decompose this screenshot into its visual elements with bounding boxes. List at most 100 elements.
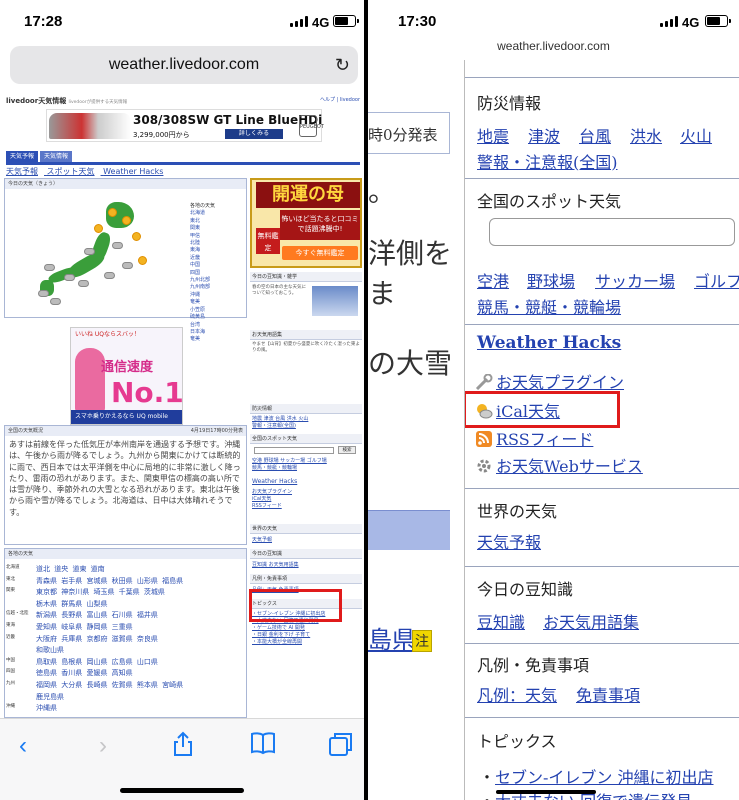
link-glossary[interactable]: お天気用語集 bbox=[543, 609, 639, 633]
link-soccer[interactable]: サッカー場 bbox=[595, 268, 675, 292]
prefecture-links[interactable]: 青森県 岩手県 宮城県 秋田県 山形県 福島県 bbox=[36, 576, 183, 586]
car-image bbox=[49, 113, 131, 139]
main-column-cut: 時0分発表 。 洋側を ま の大雪 島県 注 bbox=[368, 60, 460, 800]
ical-link-mini[interactable]: iCal天気 bbox=[252, 496, 362, 503]
status-time-right: 17:30 bbox=[398, 13, 437, 30]
address-bar[interactable]: weather.livedoor.com ↻ bbox=[10, 46, 358, 84]
share-icon[interactable] bbox=[168, 731, 198, 761]
link-golf[interactable]: ゴルフ bbox=[694, 268, 739, 292]
network-label: 4G bbox=[312, 15, 330, 30]
region-list: 各地の天気 北海道 東北 関東 甲信 北陸 東海 近畿 中国 四国 九州北部 九… bbox=[190, 203, 215, 344]
region-item[interactable]: 関東 bbox=[190, 225, 215, 232]
prefecture-region-label: 東北 bbox=[6, 576, 15, 582]
prefecture-links[interactable]: 徳島県 香川県 愛媛県 高知県 bbox=[36, 668, 133, 678]
prefecture-links[interactable]: 新潟県 長野県 富山県 石川県 福井県 bbox=[36, 610, 158, 620]
right-phone-screenshot: 17:30 4G weather.livedoor.com 時0分発表 。 洋側… bbox=[368, 0, 739, 800]
hack-item-webservice[interactable]: お天気Webサービス bbox=[475, 453, 643, 477]
spot-search-input-mini[interactable] bbox=[254, 447, 334, 454]
address-bar-compact[interactable]: weather.livedoor.com bbox=[368, 39, 739, 53]
link-volcano[interactable]: 火山 bbox=[680, 123, 712, 147]
left-phone-screenshot: 17:28 4G weather.livedoor.com ↻ livedoor… bbox=[0, 0, 364, 800]
link-baseball[interactable]: 野球場 bbox=[527, 268, 575, 292]
link-legend[interactable]: 凡例：天気 bbox=[477, 682, 557, 706]
plugin-link-mini[interactable]: お天気プラグイン bbox=[252, 489, 362, 496]
cut-link-pref[interactable]: 島県 bbox=[368, 620, 416, 655]
back-icon[interactable]: ‹ bbox=[8, 731, 38, 761]
region-item[interactable]: 小笠原 bbox=[190, 307, 215, 314]
prefecture-links[interactable]: 大阪府 兵庫県 京都府 滋賀県 奈良県 bbox=[36, 634, 158, 644]
reload-icon[interactable]: ↻ bbox=[335, 46, 350, 84]
prefecture-links[interactable]: 鳥取県 島根県 岡山県 広島県 山口県 bbox=[36, 657, 158, 667]
prefecture-links[interactable]: 栃木県 群馬県 山梨県 bbox=[36, 599, 107, 609]
cut-text-date: 時0分発表 bbox=[368, 126, 438, 144]
link-warnings[interactable]: 警報・注意報(全国) bbox=[477, 149, 618, 173]
trivia-image bbox=[312, 286, 358, 316]
hack-item-plugin[interactable]: お天気プラグイン bbox=[475, 369, 624, 393]
spot-title: 全国のスポット天気 bbox=[477, 192, 622, 211]
world-link-mini[interactable]: 天気予報 bbox=[250, 534, 362, 545]
region-item[interactable]: 甲信 bbox=[190, 233, 215, 240]
trivia-content: 春の空の日本の主な天気について知っておこう。 bbox=[250, 282, 362, 322]
address-bar-url: weather.livedoor.com bbox=[108, 56, 260, 73]
webpage-zoomed-out: livedoor天気情報 livedoorが提供する天気情報 ヘルプ | liv… bbox=[0, 92, 364, 718]
nav-spot[interactable]: スポット天気 bbox=[47, 167, 95, 176]
hacks-link-mini[interactable]: Weather Hacks bbox=[250, 474, 362, 489]
car-ad-banner[interactable]: 308/308SW GT Line BlueHDi 3,299,000円から 詳… bbox=[46, 109, 324, 142]
tabs-icon[interactable] bbox=[326, 731, 356, 761]
legend-header-mini: 凡例・免責事項 bbox=[250, 574, 362, 584]
region-item[interactable]: 奄美 bbox=[190, 336, 215, 343]
link-airport[interactable]: 空港 bbox=[477, 268, 509, 292]
tab-forecast[interactable]: 天気予報 bbox=[6, 151, 38, 162]
world-title: 世界の天気 bbox=[477, 502, 558, 521]
region-item[interactable]: 四国 bbox=[190, 270, 215, 277]
cut-text: ま bbox=[368, 277, 397, 310]
prefecture-region-label: 沖縄 bbox=[6, 704, 15, 710]
tab-info[interactable]: 天気情報 bbox=[40, 151, 72, 162]
prefecture-links[interactable]: 愛知県 岐阜県 静岡県 三重県 bbox=[36, 622, 133, 632]
battery-icon bbox=[705, 15, 731, 27]
weather-hacks-link[interactable]: Weather Hacks bbox=[477, 333, 621, 353]
bookmarks-icon[interactable] bbox=[248, 731, 278, 761]
disaster-header-mini: 防災情報 bbox=[250, 404, 362, 414]
car-ad-model: 308/308SW GT Line BlueHDi bbox=[133, 113, 323, 127]
japan-weather-map[interactable] bbox=[36, 202, 154, 310]
prefecture-links[interactable]: 福岡県 大分県 長崎県 佐賀県 熊本県 宮崎県 bbox=[36, 680, 183, 690]
uq-mobile-ad[interactable]: いいね UQならスバッ！ 通信速度 No.1 スマホ乗りかえるなら UQ mob… bbox=[70, 327, 183, 425]
link-flood[interactable]: 洪水 bbox=[630, 123, 662, 147]
spot-search-button-mini[interactable]: 検索 bbox=[338, 446, 356, 454]
prefecture-links[interactable]: 鹿児島県 bbox=[36, 692, 64, 702]
car-ad-button[interactable]: 詳しくみる bbox=[225, 129, 283, 139]
fortune-ad[interactable]: 開運の母 怖いほど当たると口コミで話題沸騰中! 無料鑑定 今すぐ無料鑑定 bbox=[250, 178, 362, 268]
link-disclaimer[interactable]: 免責事項 bbox=[576, 682, 640, 706]
prefecture-links[interactable]: 沖縄県 bbox=[36, 703, 57, 713]
region-item[interactable]: 台湾 bbox=[190, 322, 215, 329]
nav-forecast[interactable]: 天気予報 bbox=[6, 167, 38, 176]
region-item[interactable]: 九州南部 bbox=[190, 284, 215, 291]
hack-item-rss[interactable]: RSSフィード bbox=[475, 426, 593, 450]
link-typhoon[interactable]: 台風 bbox=[579, 123, 611, 147]
signal-icon bbox=[290, 16, 308, 27]
rss-link-mini[interactable]: RSSフィード bbox=[252, 503, 362, 510]
region-item[interactable]: 東海 bbox=[190, 247, 215, 254]
link-racing[interactable]: 競馬・競艇・競輪場 bbox=[477, 294, 621, 318]
prefecture-links[interactable]: 東京都 神奈川県 埼玉県 千葉県 茨城県 bbox=[36, 587, 165, 597]
site-nav: 天気予報 スポット天気 Weather Hacks bbox=[6, 166, 169, 177]
prefecture-links[interactable]: 道北 道央 道東 道南 bbox=[36, 564, 105, 574]
fortune-ad-button[interactable]: 今すぐ無料鑑定 bbox=[282, 246, 358, 260]
region-item[interactable]: 硫黄島 bbox=[190, 314, 215, 321]
nav-hacks[interactable]: Weather Hacks bbox=[103, 167, 163, 176]
header-links[interactable]: ヘルプ | livedoor bbox=[320, 96, 360, 103]
hacks-items-mini: お天気プラグイン iCal天気 RSSフィード bbox=[250, 489, 362, 510]
link-earthquake[interactable]: 地震 bbox=[477, 123, 509, 147]
link-tsunami[interactable]: 津波 bbox=[528, 123, 560, 147]
link-world-forecast[interactable]: 天気予報 bbox=[477, 529, 541, 553]
link-trivia[interactable]: 豆知識 bbox=[477, 609, 525, 633]
spot-search-input[interactable] bbox=[489, 218, 735, 246]
site-logo[interactable]: livedoor天気情報 livedoorが提供する天気情報 bbox=[6, 96, 127, 106]
topic-item[interactable]: ・セブン-イレブン 沖縄に初出店 bbox=[479, 764, 714, 788]
region-item[interactable]: 奄美 bbox=[190, 299, 215, 306]
region-item[interactable]: 北海道 bbox=[190, 210, 215, 217]
prefecture-links[interactable]: 和歌山県 bbox=[36, 645, 64, 655]
region-item[interactable]: 中国 bbox=[190, 262, 215, 269]
section-divider bbox=[465, 77, 739, 78]
